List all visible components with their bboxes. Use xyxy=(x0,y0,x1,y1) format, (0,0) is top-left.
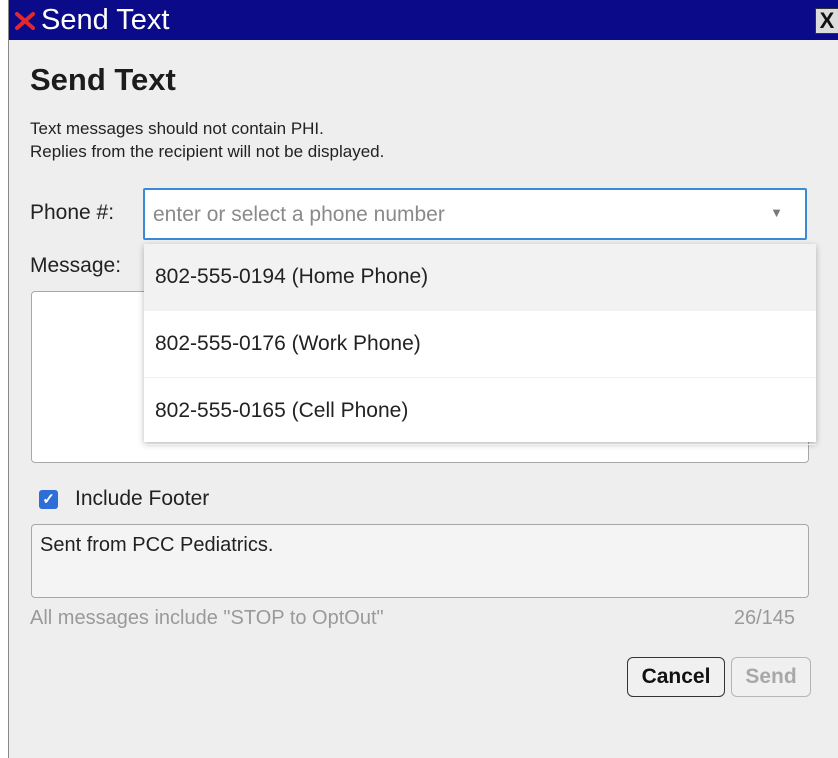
phone-number-combobox[interactable]: enter or select a phone number ▼ xyxy=(143,188,807,240)
send-button[interactable]: Send xyxy=(731,657,811,697)
phone-option-work[interactable]: 802-555-0176 (Work Phone) xyxy=(144,311,816,378)
character-counter: 26/145 xyxy=(733,607,795,629)
phone-placeholder: enter or select a phone number xyxy=(153,203,445,226)
dropdown-arrow-icon[interactable]: ▼ xyxy=(770,205,783,220)
send-text-window: Send Text X Send Text Text messages shou… xyxy=(8,0,838,758)
message-label: Message: xyxy=(30,254,122,277)
close-button[interactable]: X xyxy=(815,8,838,34)
window-title: Send Text xyxy=(41,4,170,36)
close-icon: X xyxy=(819,8,835,33)
phone-option-cell[interactable]: 802-555-0165 (Cell Phone) xyxy=(144,378,816,445)
title-bar[interactable]: Send Text X xyxy=(9,0,838,40)
optout-note: All messages include "STOP to OptOut" xyxy=(30,607,384,629)
replies-note: Replies from the recipient will not be d… xyxy=(30,142,385,161)
phone-option-home[interactable]: 802-555-0194 (Home Phone) xyxy=(144,244,816,311)
footer-text: Sent from PCC Pediatrics. xyxy=(40,534,274,556)
red-x-logo-icon xyxy=(15,12,35,30)
checkmark-icon: ✓ xyxy=(42,491,55,508)
footer-text-field[interactable]: Sent from PCC Pediatrics. xyxy=(31,524,809,598)
dialog-heading: Send Text xyxy=(30,62,176,97)
cancel-button[interactable]: Cancel xyxy=(627,657,725,697)
phi-warning-note: Text messages should not contain PHI. xyxy=(30,119,324,138)
include-footer-label[interactable]: Include Footer xyxy=(75,487,209,511)
include-footer-checkbox[interactable]: ✓ xyxy=(39,490,58,509)
phone-label: Phone #: xyxy=(30,201,115,224)
phone-dropdown-list: 802-555-0194 (Home Phone) 802-555-0176 (… xyxy=(144,244,816,445)
